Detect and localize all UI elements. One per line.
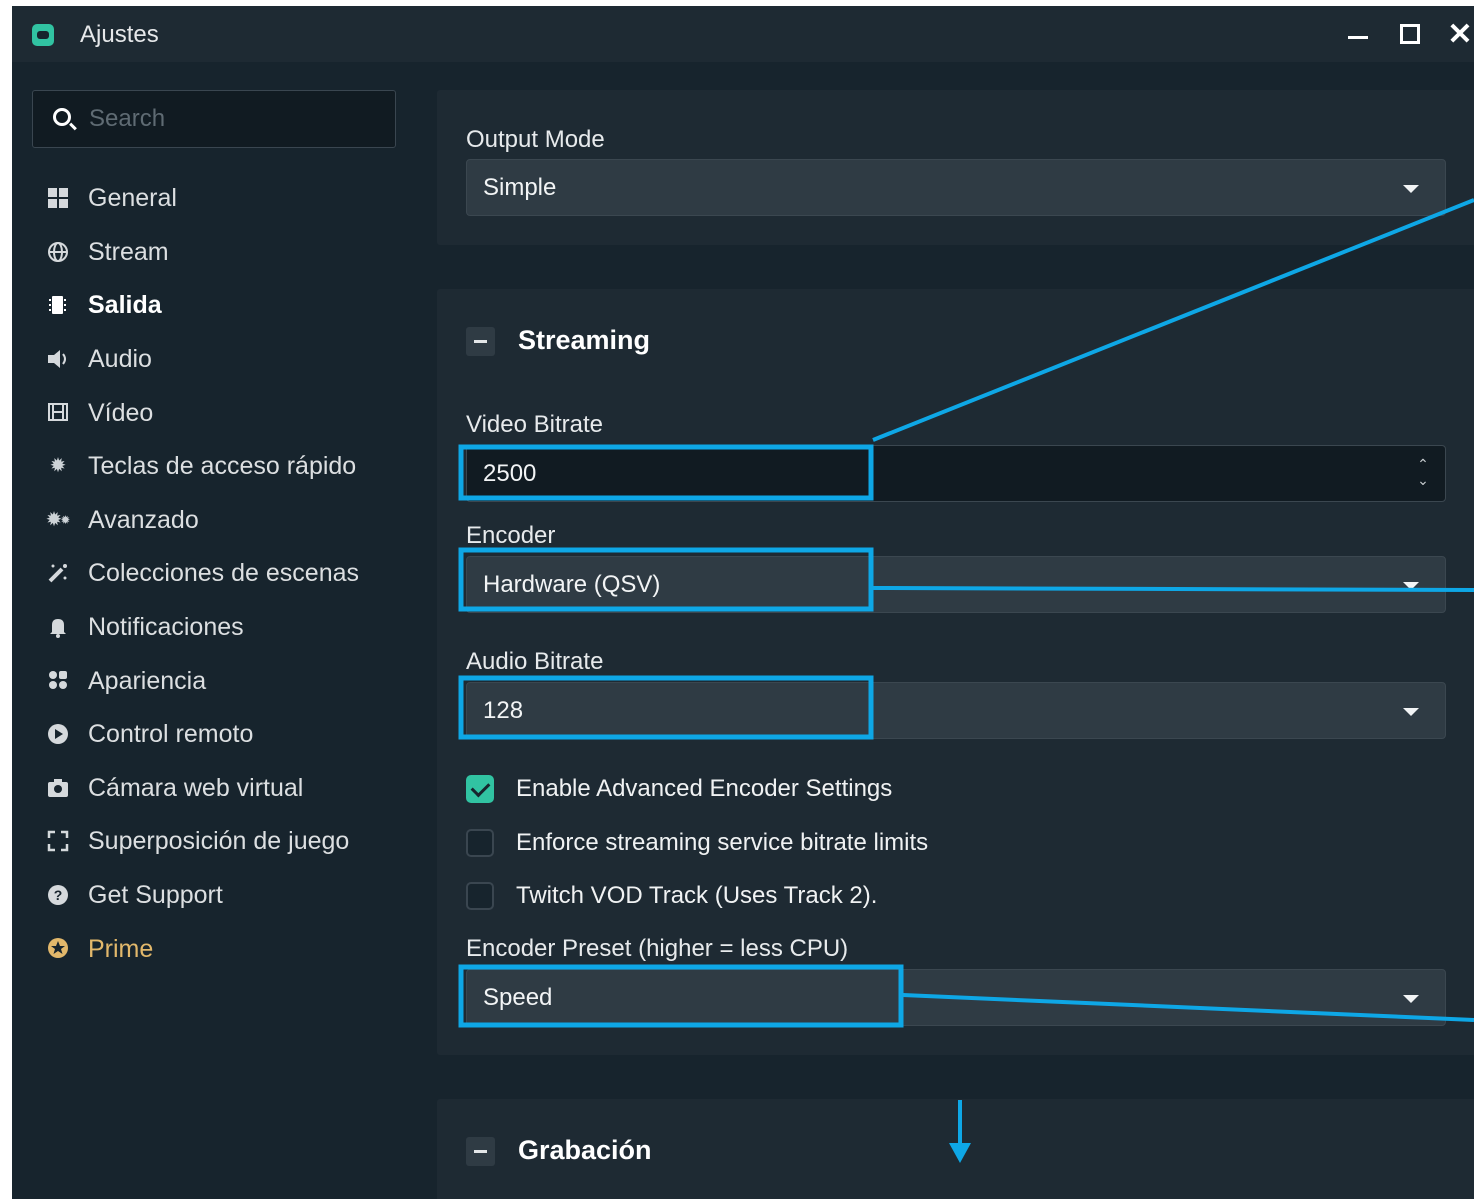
window-title: Ajustes xyxy=(80,21,159,48)
chevron-down-icon xyxy=(1403,995,1419,1003)
sidebar-item-label: Teclas de acceso rápido xyxy=(88,452,357,481)
sidebar-item-salida[interactable]: Salida xyxy=(12,279,412,333)
sidebar-item-label: Cámara web virtual xyxy=(88,773,304,802)
settings-sidebar: General Stream Salida Audio xyxy=(12,62,412,1199)
encoder-select[interactable]: Hardware (QSV) xyxy=(466,556,1446,613)
advanced-encoder-checkbox[interactable] xyxy=(466,775,494,803)
magic-icon xyxy=(44,561,72,585)
sidebar-item-label: General xyxy=(88,184,177,213)
sidebar-item-scene-collections[interactable]: Colecciones de escenas xyxy=(12,547,412,601)
chevron-down-icon xyxy=(1403,582,1419,590)
help-icon: ? xyxy=(44,883,72,907)
sidebar-item-label: Colecciones de escenas xyxy=(88,559,359,588)
streaming-card: Streaming Video Bitrate 2500 ⌃ ⌄ Encoder … xyxy=(437,289,1474,1055)
twitch-vod-label: Twitch VOD Track (Uses Track 2). xyxy=(516,882,878,909)
sidebar-item-label: Avanzado xyxy=(88,505,199,534)
title-bar: Ajustes ✕ xyxy=(12,6,1474,62)
audio-bitrate-label: Audio Bitrate xyxy=(466,648,604,675)
globe-icon xyxy=(44,240,72,264)
video-bitrate-value: 2500 xyxy=(483,460,537,487)
enforce-bitrate-checkbox-row[interactable]: Enforce streaming service bitrate limits xyxy=(466,829,1366,859)
sidebar-item-label: Prime xyxy=(88,934,154,963)
sidebar-item-general[interactable]: General xyxy=(12,172,412,226)
encoder-preset-select[interactable]: Speed xyxy=(466,969,1446,1026)
sidebar-item-label: Salida xyxy=(88,291,162,320)
grid-icon xyxy=(44,186,72,210)
collapse-icon[interactable] xyxy=(466,1137,495,1166)
enforce-bitrate-label: Enforce streaming service bitrate limits xyxy=(516,829,929,856)
search-input[interactable] xyxy=(89,103,379,135)
sidebar-item-remote-control[interactable]: Control remoto xyxy=(12,708,412,762)
search-box[interactable] xyxy=(32,90,396,148)
maximize-button[interactable] xyxy=(1392,16,1428,52)
close-icon: ✕ xyxy=(1447,17,1473,51)
gear-icon: ✹ xyxy=(49,455,67,478)
sidebar-item-label: Notificaciones xyxy=(88,613,244,642)
twitch-vod-checkbox-row[interactable]: Twitch VOD Track (Uses Track 2). xyxy=(466,882,1366,912)
output-icon xyxy=(44,293,72,317)
film-icon xyxy=(44,400,72,424)
sidebar-item-label: Vídeo xyxy=(88,398,154,427)
sidebar-item-audio[interactable]: Audio xyxy=(12,333,412,387)
sidebar-item-label: Get Support xyxy=(88,881,223,910)
sidebar-item-label: Apariencia xyxy=(88,666,207,695)
sidebar-item-get-support[interactable]: ? Get Support xyxy=(12,869,412,923)
collapse-icon[interactable] xyxy=(466,327,495,356)
gears-icon: ✹ ✹ xyxy=(45,509,71,532)
video-bitrate-label: Video Bitrate xyxy=(466,411,603,438)
sidebar-item-label: Stream xyxy=(88,237,169,266)
settings-window: Ajustes ✕ General Stream xyxy=(12,6,1474,1199)
encoder-label: Encoder xyxy=(466,522,556,549)
sidebar-item-notifications[interactable]: Notificaciones xyxy=(12,601,412,655)
chevron-down-icon xyxy=(1403,185,1419,193)
speaker-icon xyxy=(44,347,72,371)
spinner-icon[interactable]: ⌃ ⌄ xyxy=(1415,456,1431,490)
sidebar-item-game-overlay[interactable]: Superposición de juego xyxy=(12,815,412,869)
encoder-value: Hardware (QSV) xyxy=(483,571,661,598)
sidebar-item-prime[interactable]: Prime xyxy=(12,922,412,976)
maximize-icon xyxy=(1400,24,1420,44)
prime-icon xyxy=(44,936,72,960)
sidebar-item-label: Audio xyxy=(88,345,152,374)
audio-bitrate-select[interactable]: 128 xyxy=(466,682,1446,739)
encoder-preset-value: Speed xyxy=(483,984,553,1011)
sidebar-item-label: Control remoto xyxy=(88,720,254,749)
sidebar-item-label: Superposición de juego xyxy=(88,827,350,856)
streamlabs-logo-icon xyxy=(32,24,54,46)
enforce-bitrate-checkbox[interactable] xyxy=(466,829,494,857)
output-mode-label: Output Mode xyxy=(466,126,605,153)
output-mode-card: Output Mode Simple xyxy=(437,90,1474,245)
palette-icon xyxy=(44,668,72,692)
chevron-down-icon xyxy=(1403,708,1419,716)
output-mode-value: Simple xyxy=(483,174,557,201)
recording-title: Grabación xyxy=(518,1135,652,1165)
video-bitrate-input[interactable]: 2500 ⌃ ⌄ xyxy=(466,445,1446,502)
advanced-encoder-label: Enable Advanced Encoder Settings xyxy=(516,775,893,802)
minimize-button[interactable] xyxy=(1340,16,1376,52)
close-button[interactable]: ✕ xyxy=(1442,16,1474,52)
sidebar-item-video[interactable]: Vídeo xyxy=(12,386,412,440)
advanced-encoder-checkbox-row[interactable]: Enable Advanced Encoder Settings xyxy=(466,775,1366,805)
sidebar-item-stream[interactable]: Stream xyxy=(12,226,412,280)
expand-icon xyxy=(44,829,72,853)
encoder-preset-label: Encoder Preset (higher = less CPU) xyxy=(466,935,849,962)
twitch-vod-checkbox[interactable] xyxy=(466,882,494,910)
camera-icon xyxy=(44,776,72,800)
search-icon xyxy=(53,108,71,126)
minimize-icon xyxy=(1348,35,1368,39)
recording-card: Grabación xyxy=(437,1099,1474,1199)
play-circle-icon xyxy=(44,722,72,746)
audio-bitrate-value: 128 xyxy=(483,697,524,724)
sidebar-item-advanced[interactable]: ✹ ✹ Avanzado xyxy=(12,494,412,548)
bell-icon xyxy=(44,615,72,639)
streaming-title: Streaming xyxy=(518,325,651,355)
sidebar-item-hotkeys[interactable]: ✹ Teclas de acceso rápido xyxy=(12,440,412,494)
sidebar-item-appearance[interactable]: Apariencia xyxy=(12,654,412,708)
sidebar-item-virtual-webcam[interactable]: Cámara web virtual xyxy=(12,762,412,816)
sidebar-nav: General Stream Salida Audio Vídeo ✹ Tecl… xyxy=(12,172,412,976)
output-mode-select[interactable]: Simple xyxy=(466,159,1446,216)
